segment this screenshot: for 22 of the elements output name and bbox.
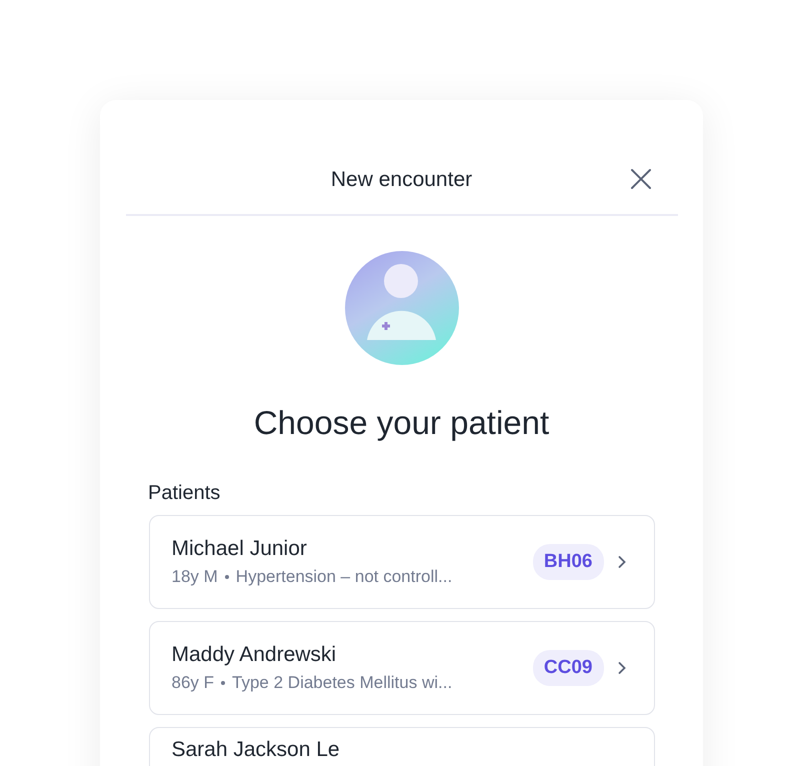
section-label: Patients <box>148 482 220 505</box>
dialog-heading: Choose your patient <box>254 404 550 442</box>
chevron-right-icon <box>618 555 626 569</box>
separator-dot-icon <box>224 575 229 579</box>
patient-row[interactable]: Michael Junior 18y M Hypertension – not controll... BH06 <box>148 515 654 609</box>
patient-condition: Type 2 Diabetes Mellitus wi... <box>232 673 452 693</box>
close-icon <box>630 168 652 190</box>
patient-name: Sarah Jackson Le <box>172 738 341 762</box>
close-button[interactable] <box>630 168 652 190</box>
patient-avatar-icon <box>344 250 460 366</box>
patient-code-badge: CC09 <box>532 650 604 686</box>
patient-row[interactable]: Sarah Jackson Le <box>148 727 654 766</box>
patient-name: Michael Junior <box>172 537 308 561</box>
chevron-right-icon <box>618 661 626 675</box>
patient-name: Maddy Andrewski <box>172 643 338 667</box>
dialog-title: New encounter <box>330 168 472 192</box>
patient-code-badge: BH06 <box>532 544 604 580</box>
patient-row[interactable]: Maddy Andrewski 86y F Type 2 Diabetes Mellitus wi... CC09 <box>148 621 654 715</box>
patient-age-sex: 18y M <box>172 567 218 587</box>
patient-condition: Hypertension – not controll... <box>236 567 452 587</box>
patient-age-sex: 86y F <box>172 673 214 693</box>
separator-dot-icon <box>221 681 226 685</box>
